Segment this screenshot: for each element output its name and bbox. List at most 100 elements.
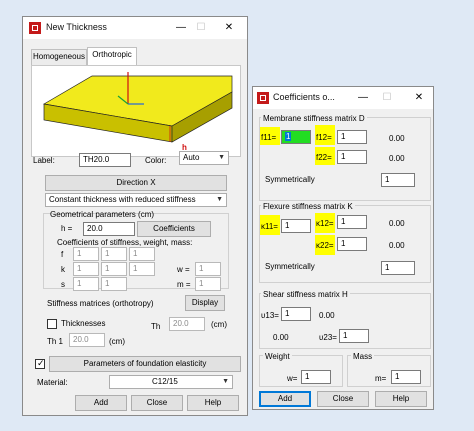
- f12-field[interactable]: 1: [337, 130, 367, 144]
- maximize-icon[interactable]: ☐: [379, 90, 395, 106]
- close-icon[interactable]: ✕: [221, 20, 237, 36]
- thickness-mode-select[interactable]: Constant thickness with reduced stiffnes…: [45, 193, 227, 207]
- slab-diagram: [42, 72, 233, 143]
- k-coef-1[interactable]: 1: [73, 262, 99, 276]
- f12-caption: f12=: [316, 133, 332, 142]
- th1-caption: Th 1: [47, 337, 64, 346]
- mass-title: Mass: [351, 352, 375, 362]
- weight-title: Weight: [263, 352, 292, 362]
- k23-value: 0.00: [389, 241, 405, 250]
- th1-field[interactable]: 20.0: [69, 333, 105, 347]
- k-caption: k: [61, 265, 65, 274]
- tab-homogeneous[interactable]: Homogeneous: [31, 49, 87, 65]
- close-icon[interactable]: ✕: [411, 90, 427, 106]
- label-caption: Label:: [33, 156, 55, 165]
- foundation-checkbox[interactable]: [35, 358, 45, 369]
- coefficients-button[interactable]: Coefficients: [137, 221, 211, 237]
- minimize-icon[interactable]: —: [173, 20, 189, 36]
- h12-value: 0.00: [273, 333, 289, 342]
- k13-value: 0.00: [389, 219, 405, 228]
- s-caption: s: [61, 280, 65, 289]
- close-button[interactable]: Close: [317, 391, 369, 407]
- m-field[interactable]: 1: [391, 370, 421, 384]
- material-caption: Material:: [37, 378, 68, 387]
- f-coef-1[interactable]: 1: [73, 247, 99, 261]
- f22-field[interactable]: 1: [337, 150, 367, 164]
- thickness-illustration: h: [31, 65, 241, 157]
- th-unit: (cm): [211, 320, 227, 329]
- foundation-elasticity-button[interactable]: Parameters of foundation elasticity: [49, 356, 241, 372]
- title-bar[interactable]: New Thickness — ☐ ✕: [23, 17, 247, 39]
- k11-field[interactable]: 1: [281, 219, 311, 233]
- k-coef-3[interactable]: 1: [129, 262, 155, 276]
- k12-field[interactable]: 1: [337, 215, 367, 229]
- f33-field[interactable]: 1: [381, 173, 415, 187]
- title-bar[interactable]: Coefficients o... — ☐ ✕: [253, 87, 433, 109]
- display-button[interactable]: Display: [185, 295, 225, 311]
- chevron-down-icon: ▼: [222, 378, 229, 385]
- close-button[interactable]: Close: [131, 395, 183, 411]
- f11-caption: f11=: [261, 133, 277, 142]
- f-coef-2[interactable]: 1: [101, 247, 127, 261]
- f-caption: f: [61, 250, 64, 259]
- maximize-icon[interactable]: ☐: [193, 20, 209, 36]
- w-caption: w =: [177, 265, 190, 274]
- thicknesses-checkbox[interactable]: [47, 319, 57, 329]
- w-caption: w=: [287, 374, 298, 383]
- m-caption: m=: [375, 374, 387, 383]
- th-caption: Th: [151, 322, 161, 331]
- s-coef-2[interactable]: 1: [101, 277, 127, 291]
- window-title: Coefficients o...: [273, 92, 335, 102]
- m-field[interactable]: 1: [195, 277, 221, 291]
- d23-value: 0.00: [389, 154, 405, 163]
- f11-field[interactable]: 1: [281, 130, 311, 144]
- th-field[interactable]: 20.0: [169, 317, 205, 331]
- window-title: New Thickness: [46, 22, 107, 32]
- s13-caption: υ13=: [261, 311, 279, 320]
- geometrical-parameters-title: Geometrical parameters (cm): [50, 210, 155, 219]
- symmetrically-caption-1: Symmetrically: [265, 175, 315, 184]
- label-field[interactable]: TH20.0: [79, 153, 131, 167]
- direction-x-button[interactable]: Direction X: [45, 175, 227, 191]
- help-button[interactable]: Help: [375, 391, 427, 407]
- k11-caption: κ11=: [261, 222, 278, 231]
- s13-field[interactable]: 1: [281, 307, 311, 321]
- material-select[interactable]: C12/15 ▼: [109, 375, 233, 389]
- app-icon: [29, 22, 41, 34]
- k33-field[interactable]: 1: [381, 261, 415, 275]
- k22-caption: κ22=: [316, 241, 334, 250]
- membrane-matrix-title: Membrane stiffness matrix D: [261, 114, 367, 124]
- chevron-down-icon: ▼: [218, 154, 225, 161]
- d13-value: 0.00: [389, 134, 405, 143]
- help-button[interactable]: Help: [187, 395, 239, 411]
- chevron-down-icon: ▼: [216, 196, 223, 203]
- add-button[interactable]: Add: [75, 395, 127, 411]
- flexure-matrix-title: Flexure stiffness matrix K: [261, 202, 355, 212]
- w-field[interactable]: 1: [195, 262, 221, 276]
- k12-caption: κ12=: [316, 219, 334, 228]
- s23-field[interactable]: 1: [339, 329, 369, 343]
- s23-caption: υ23=: [319, 333, 337, 342]
- f-coef-3[interactable]: 1: [129, 247, 155, 261]
- color-select[interactable]: Auto ▼: [179, 151, 229, 165]
- s-coef-1[interactable]: 1: [73, 277, 99, 291]
- minimize-icon[interactable]: —: [355, 90, 371, 106]
- h-field[interactable]: 20.0: [83, 222, 135, 236]
- k22-field[interactable]: 1: [337, 237, 367, 251]
- coefficients-window: Coefficients o... — ☐ ✕ Membrane stiffne…: [252, 86, 434, 410]
- stiffness-matrices-title: Stiffness matrices (orthotropy): [47, 299, 154, 308]
- k-coef-2[interactable]: 1: [101, 262, 127, 276]
- new-thickness-window: New Thickness — ☐ ✕ Homogeneous Orthotro…: [22, 16, 248, 416]
- color-caption: Color:: [145, 156, 167, 165]
- w-field[interactable]: 1: [301, 370, 331, 384]
- h-caption: h =: [61, 224, 73, 233]
- shear-matrix-title: Shear stiffness matrix H: [261, 290, 350, 300]
- h21-value: 0.00: [319, 311, 335, 320]
- app-icon: [257, 92, 269, 104]
- symmetrically-caption-2: Symmetrically: [265, 262, 315, 271]
- f22-caption: f22=: [316, 153, 332, 162]
- add-button[interactable]: Add: [259, 391, 311, 407]
- thicknesses-caption: Thicknesses: [61, 319, 106, 328]
- tab-orthotropic[interactable]: Orthotropic: [87, 47, 137, 65]
- m-caption: m =: [177, 280, 191, 289]
